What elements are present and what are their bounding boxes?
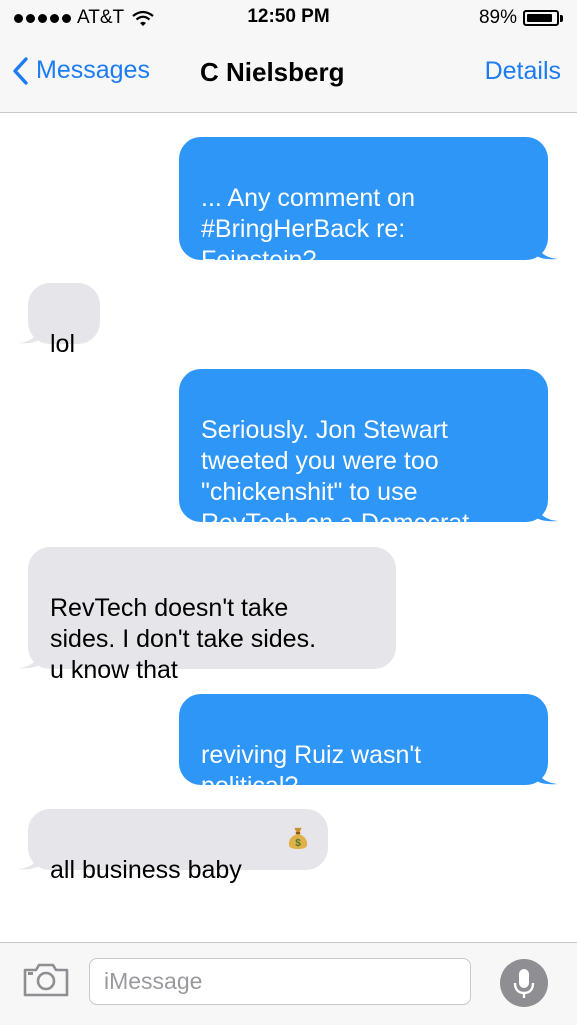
microphone-icon: [513, 969, 535, 998]
bubble-tail: [18, 647, 42, 669]
battery-percent: 89%: [478, 7, 517, 28]
svg-text:$: $: [295, 838, 301, 849]
bubble-tail: [534, 763, 558, 785]
bubble-tail: [534, 238, 558, 260]
message-text: all business baby: [50, 856, 242, 884]
status-right: 89%: [479, 7, 563, 29]
message-text: Seriously. Jon Stewart tweeted you were …: [201, 416, 477, 537]
message-text: reviving Ruiz wasn't political?: [201, 741, 422, 800]
message-text: RevTech doesn't take sides. I don't take…: [50, 594, 317, 684]
back-button[interactable]: Messages: [12, 56, 150, 85]
composer: [0, 942, 577, 1025]
message-bubble-sent[interactable]: reviving Ruiz wasn't political?: [179, 694, 558, 800]
message-bubble-received[interactable]: RevTech doesn't take sides. I don't take…: [18, 547, 396, 684]
status-bar: AT&T 12:50 PM 89%: [0, 0, 577, 36]
money-bag-icon: $: [288, 827, 308, 849]
microphone-button[interactable]: [500, 959, 548, 1007]
battery-fill: [527, 14, 552, 22]
chevron-left-icon: [13, 56, 28, 85]
message-input[interactable]: [89, 958, 471, 1005]
battery-tip: [560, 14, 563, 22]
camera-icon[interactable]: [22, 959, 70, 999]
bubble-tail: [534, 500, 558, 522]
bubble-tail: [18, 322, 42, 344]
message-bubble-sent[interactable]: ... Any comment on #BringHerBack re: Fei…: [179, 137, 558, 274]
details-button[interactable]: Details: [485, 57, 561, 86]
bubble-tail: [18, 848, 42, 870]
back-label: Messages: [36, 56, 150, 84]
message-text: ... Any comment on #BringHerBack re: Fei…: [201, 184, 415, 274]
nav-bar: Messages C Nielsberg Details: [0, 36, 577, 113]
conversation-title: C Nielsberg: [200, 57, 345, 87]
message-bubble-received[interactable]: all business baby $: [18, 809, 328, 884]
message-bubble-sent[interactable]: Seriously. Jon Stewart tweeted you were …: [179, 369, 558, 537]
message-text: lol: [50, 330, 76, 358]
battery-icon: [523, 10, 559, 26]
message-bubble-received[interactable]: lol: [18, 283, 100, 358]
